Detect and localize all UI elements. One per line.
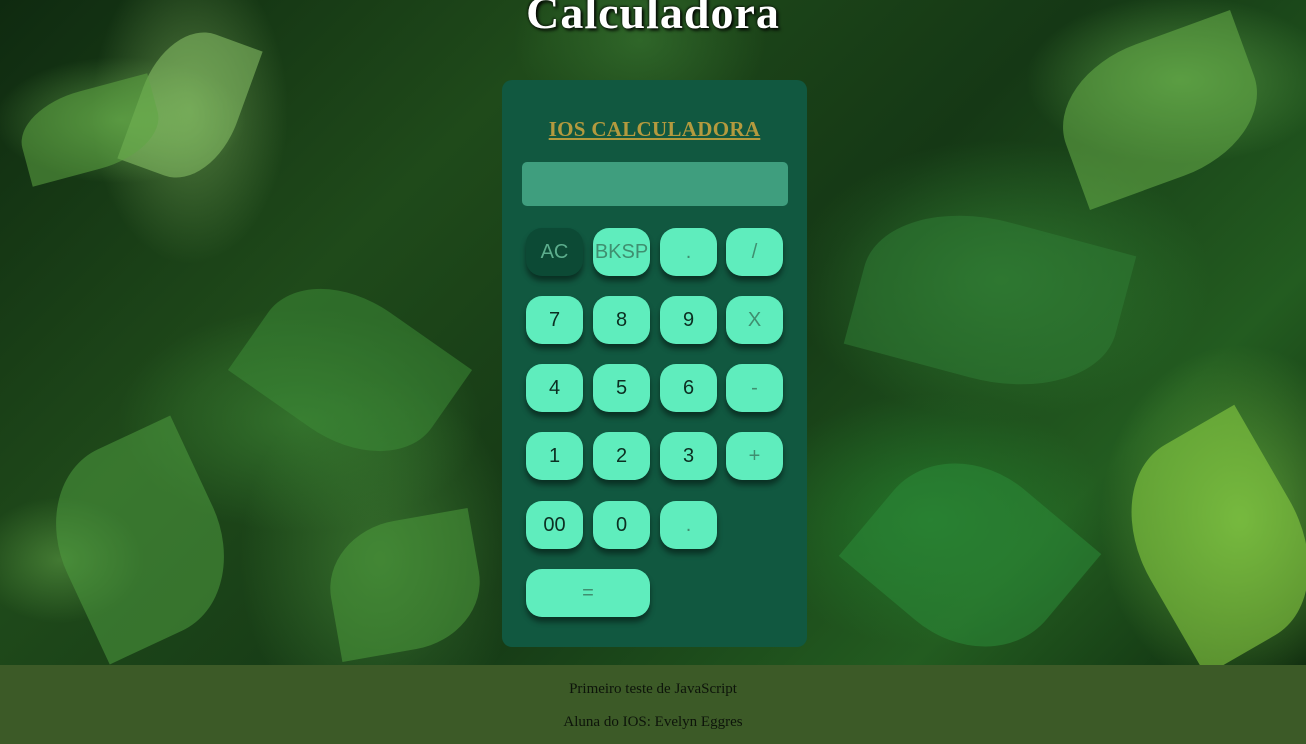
footer: Primeiro teste de JavaScript Aluna do IO… — [0, 665, 1306, 744]
leaf-decoration — [25, 415, 255, 665]
subtract-button[interactable]: - — [726, 364, 783, 412]
footer-line-1: Primeiro teste de JavaScript — [569, 681, 737, 697]
page-title: Calculadora — [526, 0, 780, 38]
leaf-decoration — [838, 425, 1102, 665]
divide-button[interactable]: / — [726, 228, 783, 276]
digit-3-button[interactable]: 3 — [660, 432, 717, 480]
digit-1-button[interactable]: 1 — [526, 432, 583, 480]
leaf-decoration — [843, 189, 1137, 411]
add-button[interactable]: + — [726, 432, 783, 480]
footer-line-2: Aluna do IOS: Evelyn Eggres — [563, 714, 743, 730]
leaf-decoration — [319, 507, 491, 663]
digit-9-button[interactable]: 9 — [660, 296, 717, 344]
double-zero-button[interactable]: 00 — [526, 501, 583, 549]
equals-button[interactable]: = — [526, 569, 650, 617]
digit-6-button[interactable]: 6 — [660, 364, 717, 412]
multiply-button[interactable]: X — [726, 296, 783, 344]
leaf-decoration — [227, 255, 473, 485]
leaf-decoration — [1095, 404, 1306, 665]
decimal-button[interactable]: . — [660, 501, 717, 549]
leaf-decoration — [1042, 10, 1278, 210]
digit-2-button[interactable]: 2 — [593, 432, 650, 480]
digit-4-button[interactable]: 4 — [526, 364, 583, 412]
calculator-panel: IOS CALCULADORA AC BKSP./7 8 9 X 4 5 6-1 2 3 +00 0.… — [502, 80, 807, 647]
backspace-button[interactable]: BKSP — [593, 228, 650, 276]
digit-0-button[interactable]: 0 — [593, 501, 650, 549]
digit-7-button[interactable]: 7 — [526, 296, 583, 344]
calculator-heading: IOS CALCULADORA — [548, 117, 761, 141]
leaf-decoration — [12, 73, 168, 187]
digit-5-button[interactable]: 5 — [593, 364, 650, 412]
digit-8-button[interactable]: 8 — [593, 296, 650, 344]
calculator-display[interactable] — [522, 162, 788, 206]
dot-button-top[interactable]: . — [660, 228, 717, 276]
clear-button[interactable]: AC — [526, 228, 583, 276]
